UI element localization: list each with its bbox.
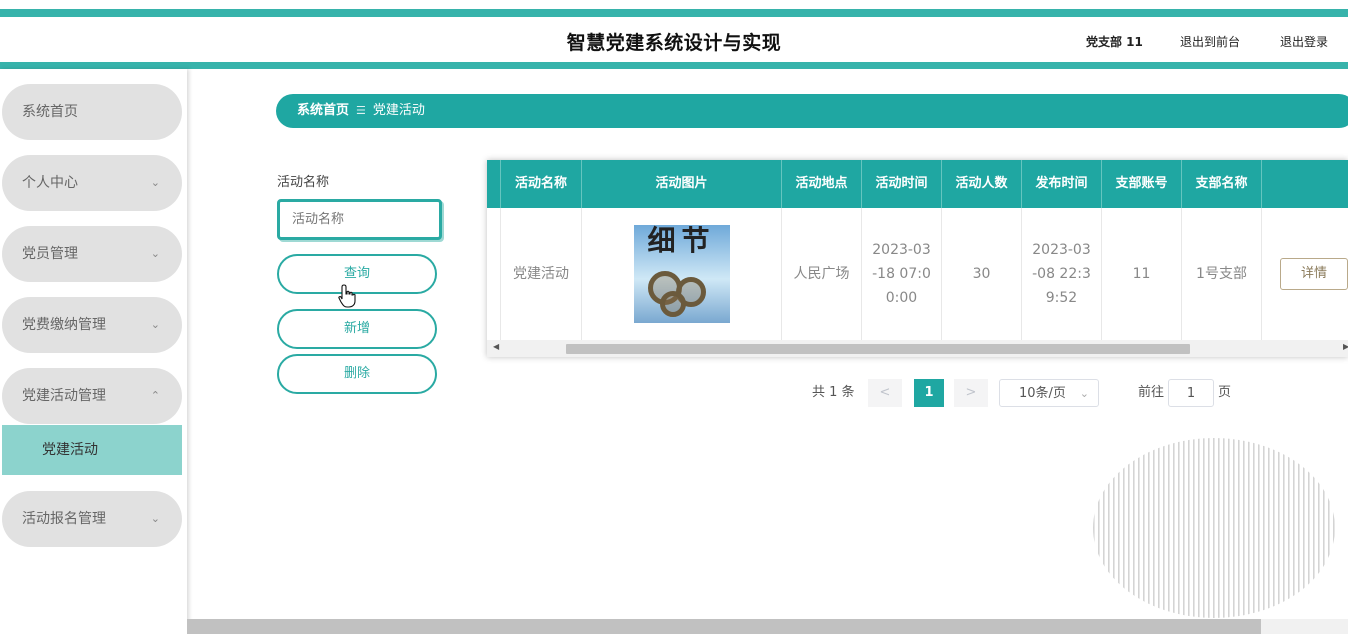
goto-page-input[interactable]: 1 [1168, 379, 1214, 407]
column-header: 活动时间 [862, 160, 942, 208]
table-cell-count: 30 [942, 208, 1022, 340]
table-cell-cut [487, 208, 501, 340]
app-title: 智慧党建系统设计与实现 [566, 32, 782, 54]
chevron-down-icon: ⌄ [150, 318, 160, 331]
sidebar-item-label: 党建活动管理 [22, 388, 106, 404]
detail-button[interactable]: 详情 [1280, 258, 1348, 290]
sidebar-item-label: 活动报名管理 [22, 511, 106, 527]
activity-image-text: 细节 [647, 225, 716, 257]
sidebar-item-registration-management[interactable]: 活动报名管理 ⌄ [2, 491, 182, 547]
page-size-select[interactable]: 10条/页 ⌄ [999, 379, 1099, 407]
pagination-next-button[interactable]: > [954, 379, 988, 407]
time-line: -18 07:0 [872, 266, 931, 282]
sidebar: 系统首页 个人中心 ⌄ 党员管理 ⌄ 党费缴纳管理 ⌄ 党建活动管理 ⌃ 党建活… [0, 69, 187, 634]
table-scroll-thumb[interactable] [566, 344, 1190, 354]
column-header: 活动图片 [582, 160, 782, 208]
publish-time-line: 2023-03 [1032, 242, 1091, 258]
sidebar-subitem-party-activity[interactable]: 党建活动 [2, 425, 182, 475]
table-cell-time: 2023-03 -18 07:0 0:00 [862, 208, 942, 340]
header: 智慧党建系统设计与实现 党支部 11 退出到前台 退出登录 [0, 17, 1348, 62]
activity-table: 活动名称 活动图片 活动地点 活动时间 活动人数 发布时间 支部账号 支部名称 … [487, 160, 1348, 357]
sidebar-item-label: 党费缴纳管理 [22, 317, 106, 333]
breadcrumb-separator-icon: ☰ [356, 104, 366, 117]
table-cell-publish-time: 2023-03 -08 22:3 9:52 [1022, 208, 1102, 340]
column-header: 支部名称 [1182, 160, 1262, 208]
sidebar-item-home[interactable]: 系统首页 [2, 84, 182, 140]
scroll-left-arrow-icon[interactable]: ◀ [493, 342, 499, 351]
chevron-up-icon: ⌃ [150, 389, 160, 402]
table-header-cut [487, 160, 501, 208]
table-cell-branch: 1号支部 [1182, 208, 1262, 340]
sidebar-item-label: 党员管理 [22, 246, 78, 262]
page-scroll-thumb[interactable] [187, 619, 1261, 634]
query-button[interactable]: 查询 [277, 254, 437, 294]
chevron-down-icon: ⌄ [1079, 387, 1089, 400]
logout-link[interactable]: 退出登录 [1280, 33, 1328, 50]
search-label: 活动名称 [277, 175, 330, 190]
table-cell-image: 细节 [582, 208, 782, 340]
column-header-actions [1262, 160, 1348, 208]
table-cell-actions: 详情 [1262, 208, 1348, 340]
activity-image[interactable]: 细节 [633, 225, 730, 323]
goto-label: 前往 [1138, 385, 1165, 400]
table-cell-account: 11 [1102, 208, 1182, 340]
column-header: 活动人数 [942, 160, 1022, 208]
table-header: 活动名称 活动图片 活动地点 活动时间 活动人数 发布时间 支部账号 支部名称 [487, 160, 1348, 208]
page-unit-label: 页 [1218, 385, 1232, 400]
pagination-prev-button[interactable]: < [868, 379, 902, 407]
sidebar-item-personal-center[interactable]: 个人中心 ⌄ [2, 155, 182, 211]
table-horizontal-scrollbar[interactable]: ◀ ▶ [487, 340, 1348, 357]
add-button[interactable]: 新增 [277, 309, 437, 349]
sidebar-item-dues-management[interactable]: 党费缴纳管理 ⌄ [2, 297, 182, 353]
page-size-value: 10条/页 [1019, 386, 1066, 401]
header-divider [0, 62, 1348, 69]
column-header: 活动地点 [782, 160, 862, 208]
activity-name-search-input[interactable] [277, 199, 442, 240]
chevron-down-icon: ⌄ [150, 512, 160, 525]
decorative-striped-circle [1093, 438, 1335, 618]
page-horizontal-scrollbar[interactable] [187, 619, 1348, 634]
column-header: 发布时间 [1022, 160, 1102, 208]
chevron-down-icon: ⌄ [150, 247, 160, 260]
scroll-right-arrow-icon[interactable]: ▶ [1343, 342, 1348, 351]
sidebar-item-label: 系统首页 [22, 104, 78, 120]
hand-cursor-icon [338, 284, 356, 308]
table-cell-place: 人民广场 [782, 208, 862, 340]
pagination-page-1[interactable]: 1 [914, 379, 944, 407]
gear-graphic [659, 291, 686, 317]
column-header: 活动名称 [501, 160, 582, 208]
time-line: 2023-03 [872, 242, 931, 258]
table-cell-name: 党建活动 [501, 208, 582, 340]
publish-time-line: -08 22:3 [1032, 266, 1091, 282]
sidebar-subitem-label: 党建活动 [42, 442, 98, 458]
sidebar-item-member-management[interactable]: 党员管理 ⌄ [2, 226, 182, 282]
time-line: 0:00 [885, 290, 918, 306]
pagination-total: 共 1 条 [812, 385, 855, 400]
breadcrumb-home[interactable]: 系统首页 [297, 103, 349, 118]
sidebar-item-activity-management[interactable]: 党建活动管理 ⌃ [2, 368, 182, 424]
chevron-down-icon: ⌄ [150, 176, 160, 189]
sidebar-item-label: 个人中心 [22, 175, 78, 191]
publish-time-line: 9:52 [1045, 290, 1078, 306]
breadcrumb: 系统首页 ☰ 党建活动 [276, 94, 1348, 128]
delete-button[interactable]: 删除 [277, 354, 437, 394]
column-header: 支部账号 [1102, 160, 1182, 208]
top-stripe [0, 9, 1348, 17]
exit-to-front-link[interactable]: 退出到前台 [1180, 33, 1240, 50]
breadcrumb-current: 党建活动 [372, 103, 425, 118]
user-label: 党支部 11 [1086, 35, 1143, 49]
